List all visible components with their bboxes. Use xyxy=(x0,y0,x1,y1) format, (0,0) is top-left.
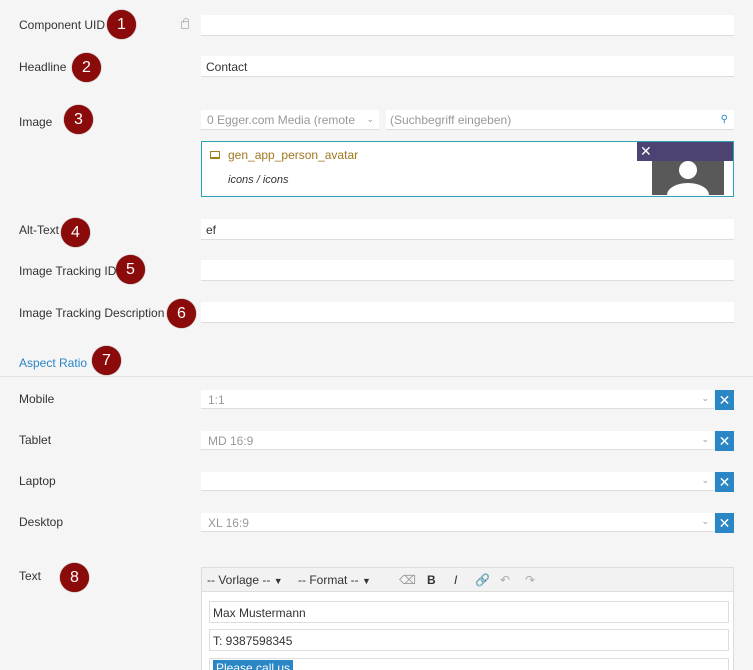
badge-6: 6 xyxy=(167,299,196,328)
rich-text-editor[interactable]: -- Vorlage -- ▼ -- Format -- ▼ ⌫ B I 🔗 ↶… xyxy=(201,567,734,670)
media-search-placeholder: (Suchbegriff eingeben) xyxy=(390,113,512,127)
selected-media-path: icons / icons xyxy=(228,174,289,186)
chevron-down-icon: ▼ xyxy=(273,576,283,586)
badge-4: 4 xyxy=(61,218,90,247)
undo-icon[interactable]: ↶ xyxy=(500,573,510,587)
chevron-down-icon: ⌄ xyxy=(701,516,709,526)
headline-label: Headline xyxy=(19,60,67,74)
alt-text-label: Alt-Text xyxy=(19,223,60,237)
bold-button[interactable]: B xyxy=(427,573,436,587)
tablet-clear-button[interactable]: ✕ xyxy=(715,431,734,451)
selected-media-card[interactable]: gen_app_person_avatar icons / icons ✕ xyxy=(201,141,734,197)
image-tracking-id-label: Image Tracking ID xyxy=(19,264,117,278)
remove-media-button[interactable]: ✕ xyxy=(637,142,733,161)
mobile-label: Mobile xyxy=(19,392,55,406)
badge-5: 5 xyxy=(116,255,145,284)
image-tracking-description-label: Image Tracking Description xyxy=(19,306,165,320)
laptop-aspect-select[interactable]: ⌄ xyxy=(201,472,714,491)
template-select[interactable]: -- Vorlage -- ▼ xyxy=(207,573,283,587)
alt-text-input[interactable]: ef xyxy=(201,219,734,240)
desktop-aspect-value: XL 16:9 xyxy=(208,516,249,530)
editor-line-call[interactable]: Please call us xyxy=(209,658,729,670)
avatar-thumbnail xyxy=(652,161,724,195)
call-us-highlight: Please call us xyxy=(213,660,294,670)
badge-8: 8 xyxy=(60,563,89,592)
editor-line-name[interactable]: Max Mustermann xyxy=(209,601,729,623)
image-tracking-id-input[interactable] xyxy=(201,260,734,281)
headline-input[interactable]: Contact xyxy=(201,56,734,77)
format-select[interactable]: -- Format -- ▼ xyxy=(298,573,371,587)
chevron-down-icon: ▼ xyxy=(362,576,371,586)
close-icon: ✕ xyxy=(640,143,652,159)
mobile-clear-button[interactable]: ✕ xyxy=(715,390,734,410)
editor-line-phone[interactable]: T: 9387598345 xyxy=(209,629,729,651)
badge-1: 1 xyxy=(107,10,136,39)
clear-format-icon[interactable]: ⌫ xyxy=(399,573,416,587)
section-divider xyxy=(0,376,753,377)
chevron-down-icon: ⌄ xyxy=(366,114,374,124)
component-uid-label: Component UID xyxy=(19,18,106,32)
redo-icon[interactable]: ↷ xyxy=(525,573,535,587)
aspect-ratio-section-title[interactable]: Aspect Ratio xyxy=(19,356,87,370)
search-icon[interactable]: ⚲ xyxy=(721,114,728,125)
template-select-value: -- Vorlage -- xyxy=(207,573,271,587)
desktop-label: Desktop xyxy=(19,515,64,529)
mobile-aspect-value: 1:1 xyxy=(208,393,225,407)
media-source-select[interactable]: 0 Egger.com Media (remote ⌄ xyxy=(201,110,379,130)
chevron-down-icon: ⌄ xyxy=(701,393,709,403)
italic-button[interactable]: I xyxy=(454,573,457,587)
format-select-value: -- Format -- xyxy=(298,573,359,587)
lock-icon xyxy=(181,18,189,29)
badge-7: 7 xyxy=(92,346,121,375)
chevron-down-icon: ⌄ xyxy=(701,475,709,485)
media-search-input[interactable]: (Suchbegriff eingeben) ⚲ xyxy=(386,110,734,130)
selected-media-name: gen_app_person_avatar xyxy=(228,148,359,162)
laptop-label: Laptop xyxy=(19,474,56,488)
desktop-clear-button[interactable]: ✕ xyxy=(715,513,734,533)
image-tracking-description-input[interactable] xyxy=(201,302,734,323)
badge-2: 2 xyxy=(72,53,101,82)
link-icon[interactable]: 🔗 xyxy=(475,573,490,587)
image-file-icon xyxy=(210,151,220,159)
component-uid-input[interactable] xyxy=(201,15,734,36)
chevron-down-icon: ⌄ xyxy=(701,434,709,444)
tablet-aspect-select[interactable]: MD 16:9 ⌄ xyxy=(201,431,714,450)
editor-toolbar: -- Vorlage -- ▼ -- Format -- ▼ ⌫ B I 🔗 ↶… xyxy=(202,568,733,592)
badge-3: 3 xyxy=(64,105,93,134)
media-source-value: 0 Egger.com Media (remote xyxy=(207,113,356,127)
laptop-clear-button[interactable]: ✕ xyxy=(715,472,734,492)
image-label: Image xyxy=(19,115,53,129)
desktop-aspect-select[interactable]: XL 16:9 ⌄ xyxy=(201,513,714,532)
text-label: Text xyxy=(19,569,42,583)
mobile-aspect-select[interactable]: 1:1 ⌄ xyxy=(201,390,714,409)
tablet-aspect-value: MD 16:9 xyxy=(208,434,254,448)
tablet-label: Tablet xyxy=(19,433,52,447)
